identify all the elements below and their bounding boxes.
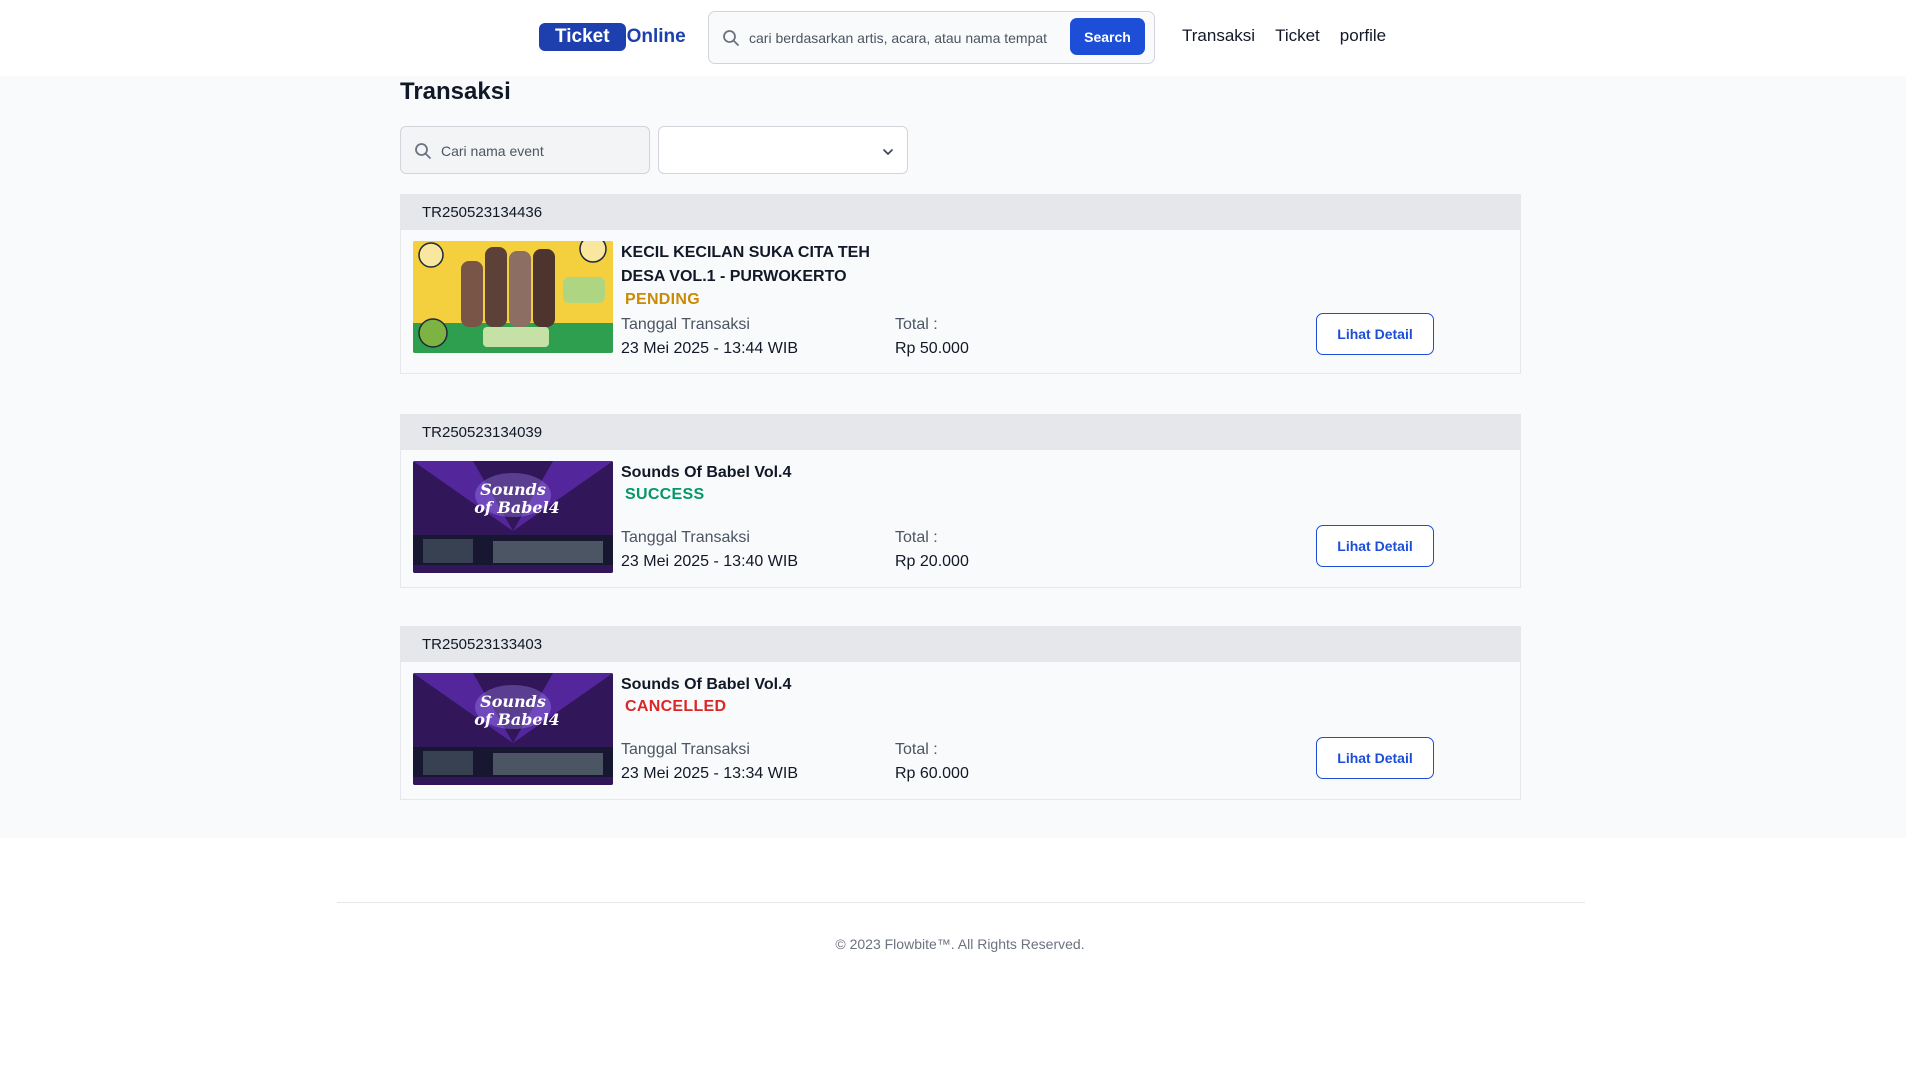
event-title: KECIL KECILAN SUKA CITA TEH DESA VOL.1 -… [621, 244, 870, 285]
total-label: Total : [895, 529, 938, 546]
event-poster-image: Sounds of Babel4 [413, 673, 613, 785]
transaction-date-label: Tanggal Transaksi [621, 741, 750, 758]
status-badge: CANCELLED [625, 698, 727, 715]
total-amount: Rp 50.000 [895, 340, 969, 357]
page-title: Transaksi [400, 78, 511, 105]
transaction-card: TR250523134436 KECIL KECILAN SUKA CITA T… [400, 194, 1521, 374]
total-label: Total : [895, 741, 938, 758]
transaction-id: TR250523133403 [401, 627, 1520, 662]
total-amount: Rp 60.000 [895, 765, 969, 782]
main-content: Transaksi TR250523134436 [0, 76, 1906, 838]
transaction-card: TR250523134039 Sounds of Babel4 Sounds O… [400, 414, 1521, 588]
footer-divider [337, 902, 1585, 903]
view-detail-button[interactable]: Lihat Detail [1316, 313, 1434, 355]
status-filter-select[interactable] [658, 126, 908, 174]
total-amount: Rp 20.000 [895, 553, 969, 570]
search-button[interactable]: Search [1070, 18, 1145, 55]
transaction-date-label: Tanggal Transaksi [621, 316, 750, 333]
global-search-bar: Search [708, 11, 1155, 64]
event-title: Sounds Of Babel Vol.4 [621, 676, 792, 693]
transaction-id: TR250523134039 [401, 415, 1520, 450]
event-name-input[interactable] [441, 140, 641, 162]
status-badge: SUCCESS [625, 486, 705, 503]
event-poster-image: Sounds of Babel4 [413, 461, 613, 573]
global-search-input[interactable] [749, 27, 1059, 49]
transaction-date: 23 Mei 2025 - 13:44 WIB [621, 340, 798, 357]
transaction-id: TR250523134436 [401, 195, 1520, 230]
footer-copyright: © 2023 Flowbite™. All Rights Reserved. [835, 936, 1085, 952]
status-badge: PENDING [625, 291, 700, 308]
brand-logo[interactable]: Ticket Online [539, 23, 686, 51]
event-filter-search [400, 126, 650, 174]
svg-text:Sounds: Sounds [480, 692, 546, 711]
transaction-date-label: Tanggal Transaksi [621, 529, 750, 546]
nav-transaksi[interactable]: Transaksi [1182, 26, 1255, 46]
logo-online-text: Online [626, 26, 686, 47]
svg-text:of Babel4: of Babel4 [474, 498, 560, 517]
main-nav: Transaksi Ticket porfile [1182, 26, 1386, 46]
top-navbar: Ticket Online Search Transaksi Ticket po… [0, 0, 1906, 76]
event-poster-image [413, 241, 613, 353]
transaction-date: 23 Mei 2025 - 13:34 WIB [621, 765, 798, 782]
nav-ticket[interactable]: Ticket [1275, 26, 1320, 46]
chevron-down-icon [883, 149, 893, 155]
svg-text:of Babel4: of Babel4 [474, 710, 560, 729]
search-icon [415, 143, 431, 159]
view-detail-button[interactable]: Lihat Detail [1316, 737, 1434, 779]
transaction-card: TR250523133403 Sounds of Babel4 Sounds O… [400, 626, 1521, 800]
event-title: Sounds Of Babel Vol.4 [621, 464, 792, 481]
nav-profile[interactable]: porfile [1340, 26, 1386, 46]
view-detail-button[interactable]: Lihat Detail [1316, 525, 1434, 567]
transaction-date: 23 Mei 2025 - 13:40 WIB [621, 553, 798, 570]
search-icon [723, 30, 739, 46]
svg-text:Sounds: Sounds [480, 480, 546, 499]
logo-ticket-text: Ticket [539, 23, 626, 51]
total-label: Total : [895, 316, 938, 333]
